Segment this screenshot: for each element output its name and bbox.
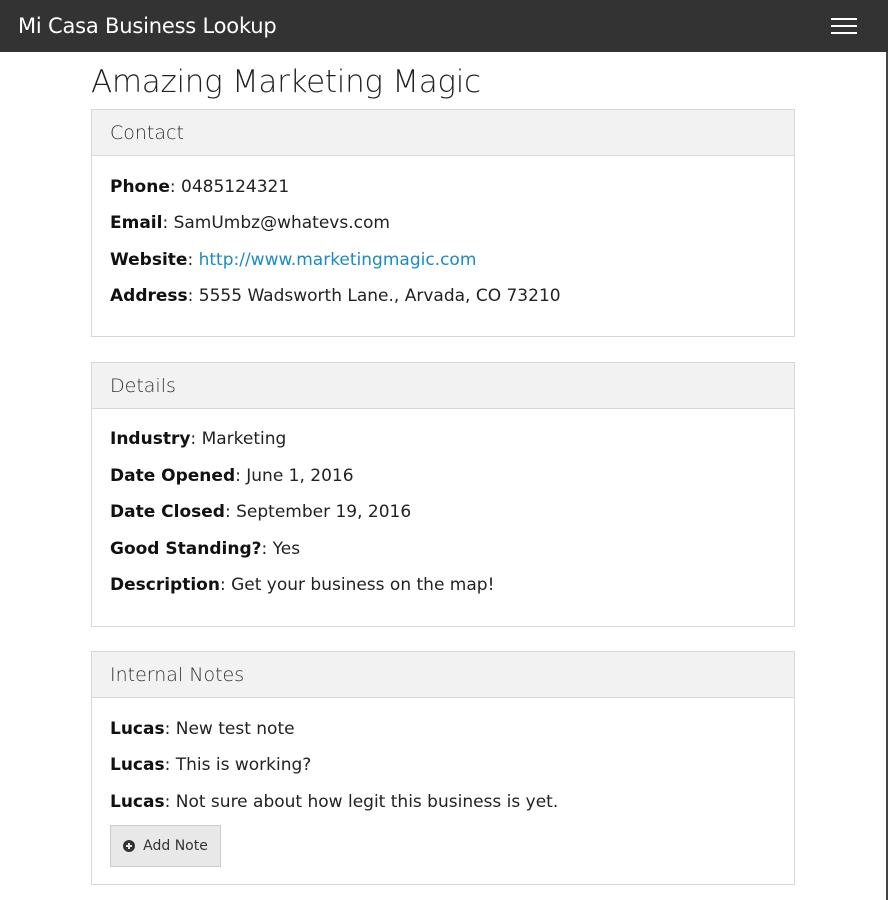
details-panel: Details Industry: Marketing Date Opened:… — [91, 362, 795, 627]
phone-label: Phone — [110, 177, 170, 197]
notes-panel-heading: Internal Notes — [92, 652, 794, 698]
note-text: New test note — [175, 719, 295, 739]
industry-value: Marketing — [201, 429, 287, 449]
plus-circle-icon — [123, 840, 136, 852]
hamburger-icon-bar — [831, 32, 857, 34]
email-value: SamUmbz@whatevs.com — [173, 213, 390, 233]
brand-title[interactable]: Mi Casa Business Lookup — [18, 11, 277, 41]
note-item: Lucas: New test note — [110, 719, 295, 739]
phone-value: 0485124321 — [181, 177, 290, 197]
note-author: Lucas — [110, 719, 165, 739]
industry-label: Industry — [110, 429, 191, 449]
page-title: Amazing Marketing Magic — [91, 64, 481, 100]
good-standing-label: Good Standing? — [110, 539, 262, 559]
address-row: Address: 5555 Wadsworth Lane., Arvada, C… — [110, 286, 561, 306]
contact-panel: Contact Phone: 0485124321 Email: SamUmbz… — [91, 109, 795, 337]
industry-row: Industry: Marketing — [110, 429, 287, 449]
note-text: This is working? — [175, 755, 312, 775]
address-label: Address — [110, 286, 188, 306]
date-closed-row: Date Closed: September 19, 2016 — [110, 502, 412, 522]
date-opened-row: Date Opened: June 1, 2016 — [110, 466, 354, 486]
hamburger-icon — [831, 18, 857, 20]
hamburger-menu-button[interactable] — [826, 14, 862, 38]
email-row: Email: SamUmbz@whatevs.com — [110, 213, 390, 233]
note-item: Lucas: Not sure about how legit this bus… — [110, 792, 559, 812]
note-item: Lucas: This is working? — [110, 755, 312, 775]
website-row: Website: http://www.marketingmagic.com — [110, 250, 477, 270]
add-note-label: Add Note — [143, 838, 208, 854]
website-link[interactable]: http://www.marketingmagic.com — [199, 250, 477, 270]
note-author: Lucas — [110, 755, 165, 775]
top-navbar: Mi Casa Business Lookup — [0, 0, 888, 52]
note-text: Not sure about how legit this business i… — [175, 792, 559, 812]
details-panel-heading: Details — [92, 363, 794, 409]
description-row: Description: Get your business on the ma… — [110, 575, 495, 595]
good-standing-row: Good Standing?: Yes — [110, 539, 301, 559]
hamburger-icon-bar — [831, 25, 857, 27]
website-label: Website — [110, 250, 188, 270]
description-label: Description — [110, 575, 220, 595]
phone-row: Phone: 0485124321 — [110, 177, 290, 197]
note-author: Lucas — [110, 792, 165, 812]
add-note-button[interactable]: Add Note — [110, 825, 221, 867]
date-opened-value: June 1, 2016 — [246, 466, 354, 486]
date-opened-label: Date Opened — [110, 466, 236, 486]
contact-panel-heading: Contact — [92, 110, 794, 156]
description-value: Get your business on the map! — [231, 575, 495, 595]
date-closed-label: Date Closed — [110, 502, 225, 522]
email-label: Email — [110, 213, 163, 233]
notes-panel: Internal Notes Lucas: New test note Luca… — [91, 651, 795, 885]
date-closed-value: September 19, 2016 — [236, 502, 412, 522]
good-standing-value: Yes — [272, 539, 301, 559]
address-value: 5555 Wadsworth Lane., Arvada, CO 73210 — [198, 286, 561, 306]
